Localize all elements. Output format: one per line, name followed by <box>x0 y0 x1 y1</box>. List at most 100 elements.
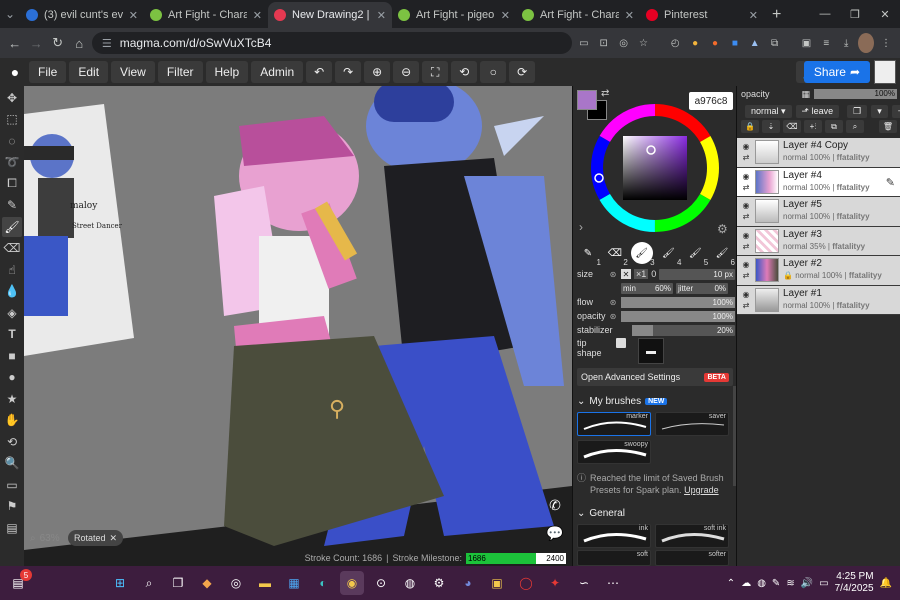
tab-close-icon[interactable]: ✕ <box>253 9 262 22</box>
stabilizer-slider[interactable]: 20% <box>632 324 735 336</box>
pressure-icon[interactable]: ⊛ <box>608 297 618 307</box>
tab-close-icon[interactable]: ✕ <box>129 9 138 22</box>
volume-icon[interactable]: 🔊 <box>801 578 813 589</box>
menu-view[interactable]: View <box>111 61 155 83</box>
rotate-view-icon[interactable]: ⟲ <box>2 432 22 452</box>
tab-search-icon[interactable]: ⌄ <box>0 0 20 28</box>
app-icon[interactable]: ✦ <box>543 571 567 595</box>
rotated-badge[interactable]: Rotated ✕ <box>68 530 124 546</box>
app-icon[interactable]: ◎ <box>224 571 248 595</box>
duplicate-layer-icon[interactable]: +⫶ <box>804 120 822 133</box>
merge-layers-icon[interactable]: ⧉ <box>825 120 843 133</box>
my-brushes-header[interactable]: ⌄ My brushes NEW <box>577 394 733 408</box>
app-icon[interactable]: ◍ <box>398 571 422 595</box>
steam-icon[interactable]: ⚙ <box>427 571 451 595</box>
back-arrow-icon[interactable]: ← <box>6 32 23 54</box>
maximize-icon[interactable]: ❐ <box>840 0 870 28</box>
link-icon[interactable]: ⇄ <box>743 271 750 280</box>
tip-shape-toggle[interactable] <box>616 338 626 348</box>
visibility-off-icon[interactable]: ◉ <box>743 142 750 151</box>
extension-icon[interactable]: ▲ <box>747 33 763 53</box>
layer-item[interactable]: ◉ ⇄ Layer #5 normal 100% | ffatalityy <box>737 197 900 227</box>
site-info-icon[interactable]: ☰ <box>102 37 112 50</box>
cast-icon[interactable]: ▭ <box>576 33 592 53</box>
close-icon[interactable]: ✕ <box>621 269 631 279</box>
reading-list-icon[interactable]: ≡ <box>818 33 834 53</box>
new-tab-button[interactable]: + <box>764 2 789 28</box>
rotate-left-icon[interactable]: ⟲ <box>451 61 478 83</box>
selection-ellipse-icon[interactable]: ◌ <box>2 131 22 151</box>
extension-clock-icon[interactable]: ◴ <box>667 33 683 53</box>
undo-icon[interactable]: ↶ <box>306 61 333 83</box>
preset-eraser-icon[interactable]: ⌫ 2 <box>604 242 628 268</box>
brush-tile-soft[interactable]: soft <box>577 550 651 566</box>
preset-brush-icon[interactable]: 🖌 6 <box>711 242 735 268</box>
blur-icon[interactable]: 💧 <box>2 282 22 302</box>
reload-icon[interactable]: ↻ <box>49 32 66 54</box>
visibility-off-icon[interactable]: ◉ <box>743 231 750 240</box>
brush-tile-softer[interactable]: softer <box>655 550 729 566</box>
blend-mode-select[interactable]: normal ▾ <box>745 104 792 118</box>
visibility-icon[interactable]: ◉ <box>743 201 750 210</box>
tip-shape-preview[interactable]: ▬ <box>638 338 664 364</box>
forward-arrow-icon[interactable]: → <box>27 32 44 54</box>
leave-button[interactable]: ⬏ leave <box>795 104 840 118</box>
link-icon[interactable]: ⇄ <box>743 212 750 221</box>
pen-icon[interactable]: ✎ <box>772 578 780 589</box>
copilot-icon[interactable]: ◆ <box>195 571 219 595</box>
rectangle-icon[interactable]: ■ <box>2 346 22 366</box>
clock[interactable]: 4:25 PM 7/4/2025 <box>835 571 874 595</box>
user-avatar[interactable] <box>874 60 896 84</box>
brush-tile-soft-ink[interactable]: soft ink <box>655 524 729 548</box>
lasso-icon[interactable]: ➰ <box>2 153 22 173</box>
brush-tile-saver[interactable]: saver <box>655 412 729 436</box>
layer-opacity-slider[interactable]: 100% <box>814 89 897 99</box>
color-wheel[interactable] <box>591 104 719 232</box>
min-slider[interactable]: min 60% <box>621 282 673 294</box>
file-explorer-icon[interactable]: ▬ <box>253 571 277 595</box>
reference-icon[interactable]: ⚑ <box>2 497 22 517</box>
minimize-icon[interactable]: — <box>810 0 840 28</box>
reset-rotation-icon[interactable]: ○ <box>480 61 507 83</box>
transform-icon[interactable]: ⧠ <box>2 174 22 194</box>
zoom-out-icon[interactable]: ⊖ <box>393 61 420 83</box>
zoom-in-icon[interactable]: ⊕ <box>364 61 391 83</box>
browser-tab-1[interactable]: Art Fight - Character ✕ <box>144 2 268 28</box>
fit-icon[interactable]: ⛶ <box>422 61 449 83</box>
downloads-icon[interactable]: ⤓ <box>838 33 854 53</box>
brush-tile-swoopy[interactable]: swoopy <box>577 440 651 464</box>
pressure-icon[interactable]: ⊛ <box>608 311 618 321</box>
drawing-canvas[interactable]: maloy Street Dancer ⚲ ⌕ 63% Rotated ✕ ✆ 💬 <box>24 86 572 550</box>
app-icon[interactable]: ∽ <box>572 571 596 595</box>
transparency-icon[interactable]: ▦ <box>802 89 811 100</box>
opera-icon[interactable]: ◯ <box>514 571 538 595</box>
menu-admin[interactable]: Admin <box>251 61 304 83</box>
link-icon[interactable]: ⇄ <box>743 183 750 192</box>
preset-brush-icon[interactable]: 🖌 3 <box>630 242 655 267</box>
install-icon[interactable]: ⊡ <box>596 33 612 53</box>
clear-layer-icon[interactable]: ⌫ <box>783 120 801 133</box>
share-button[interactable]: Share ➦ <box>803 61 870 83</box>
star-icon[interactable]: ★ <box>2 389 22 409</box>
add-layer-icon[interactable]: + <box>891 104 900 118</box>
browser-tab-5[interactable]: Pinterest ✕ <box>640 2 764 28</box>
eraser-icon[interactable]: ⌫ <box>2 239 22 259</box>
eyedropper-icon[interactable]: ✎ <box>2 196 22 216</box>
eye-off-icon[interactable]: ◎ <box>616 33 632 53</box>
rotate-right-icon[interactable]: ⟳ <box>509 61 536 83</box>
widgets-icon[interactable]: ▤ 5 <box>6 569 32 595</box>
comment-icon[interactable]: ▭ <box>2 475 22 495</box>
url-input[interactable]: ☰ magma.com/d/oSwVuXTcB4 <box>91 32 572 54</box>
menu-help[interactable]: Help <box>205 61 249 83</box>
zoom-indicator[interactable]: ⌕ 63% <box>30 533 60 544</box>
browser-tab-4[interactable]: Art Fight - Character ✕ <box>516 2 640 28</box>
advanced-settings-button[interactable]: Open Advanced Settings BETA <box>577 368 733 386</box>
fill-bucket-icon[interactable]: ◈ <box>2 303 22 323</box>
swap-colors-icon[interactable]: ⇄ <box>601 88 609 99</box>
preset-pencil-icon[interactable]: ✎ 1 <box>577 242 601 268</box>
layer-item[interactable]: ◉ ⇄ Layer #4 Copy normal 100% | ffatalityy <box>737 138 900 168</box>
home-icon[interactable]: ⌂ <box>70 32 87 54</box>
chevron-right-icon[interactable]: › <box>579 220 583 234</box>
app-icon[interactable]: ⊙ <box>369 571 393 595</box>
app-icon[interactable]: ▣ <box>485 571 509 595</box>
